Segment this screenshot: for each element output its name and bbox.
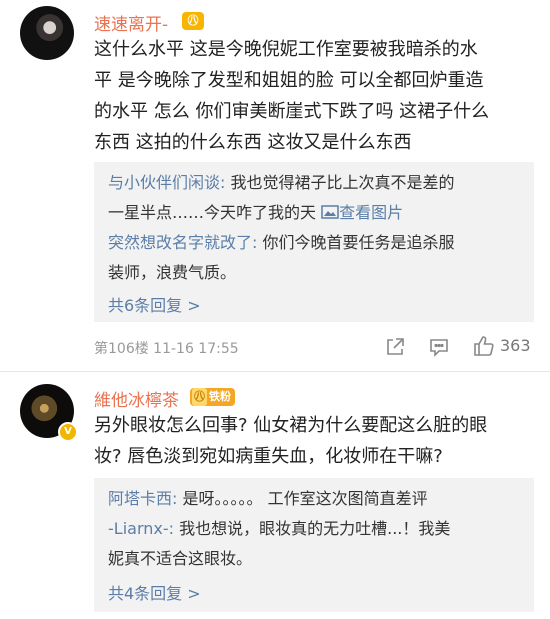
reply-box: 与小伙伴们闲谈: 我也觉得裙子比上次真不是差的 一星半点……今天咋了我的天 查看… (94, 162, 534, 322)
username[interactable]: 維他冰檸茶 (94, 386, 179, 411)
view-image-link[interactable]: 查看图片 (321, 203, 403, 222)
like-icon[interactable] (472, 334, 496, 363)
username[interactable]: 速速离开- (94, 10, 168, 35)
reply-box: 阿塔卡西: 是呀。。。。。 工作室这次图简直差评 -Liarnx-: 我也想说，… (94, 478, 534, 612)
more-replies-link[interactable]: 共6条回复 > (108, 292, 201, 316)
reply-text: 我也觉得裙子比上次真不是差的 (225, 173, 455, 192)
fan-badge-level: ㊇ (192, 388, 207, 406)
reply-author[interactable]: 与小伙伴们闲谈: (108, 173, 225, 192)
share-icon[interactable] (384, 336, 406, 363)
reply-text: 我也想说，眼妆真的无力吐槽...！我美 (174, 519, 451, 538)
fan-badge: ㊇铁粉 (190, 388, 235, 406)
image-icon (321, 205, 339, 219)
comment-icon[interactable] (428, 336, 450, 363)
view-image-label: 查看图片 (339, 203, 404, 222)
reply-author[interactable]: -Liarnx-: (108, 519, 174, 538)
comment-line: 另外眼妆怎么回事? 仙女裙为什么要配这么脏的眼 (94, 415, 488, 436)
fan-badge-label: 铁粉 (209, 390, 231, 403)
reply-1[interactable]: 阿塔卡西: 是呀。。。。。 工作室这次图简直差评 (108, 484, 518, 514)
reply-2[interactable]: -Liarnx-: 我也想说，眼妆真的无力吐槽...！我美 (108, 514, 518, 544)
reply-1-cont: 一星半点……今天咋了我的天 查看图片 (108, 198, 518, 228)
reply-1[interactable]: 与小伙伴们闲谈: 我也觉得裙子比上次真不是差的 (108, 168, 518, 198)
reply-text: 妮真不适合这眼妆。 (108, 549, 253, 568)
reply-2[interactable]: 突然想改名字就改了: 你们今晚首要任务是追杀服 (108, 228, 518, 258)
comment-line: 这什么水平 这是今晚倪妮工作室要被我暗杀的水 (94, 39, 478, 60)
comment-line: 平 是今晚除了发型和姐姐的脸 可以全都回炉重造 (94, 70, 484, 91)
level-badge: ㊇ (182, 12, 204, 30)
reply-2-cont: 装师，浪费气质。 (108, 258, 518, 288)
divider (0, 371, 550, 372)
avatar[interactable] (20, 6, 74, 60)
floor-timestamp: 第106楼 11-16 17:55 (94, 341, 239, 357)
more-replies-link[interactable]: 共4条回复 > (108, 580, 201, 604)
comment-line: 妆? 唇色淡到宛如病重失血，化妆师在干嘛? (94, 446, 443, 467)
comment-line: 的水平 怎么 你们审美断崖式下跌了吗 这裙子什么 (94, 101, 490, 122)
comment-line: 东西 这拍的什么东西 这妆又是什么东西 (94, 132, 412, 153)
reply-author[interactable]: 阿塔卡西: (108, 489, 177, 508)
reply-text: 是呀。。。。。 工作室这次图简直差评 (177, 489, 428, 508)
like-count: 363 (500, 336, 531, 355)
reply-2-cont: 妮真不适合这眼妆。 (108, 544, 518, 574)
reply-text: 装师，浪费气质。 (108, 263, 237, 282)
verified-badge: V (58, 422, 78, 442)
reply-text: 一星半点……今天咋了我的天 (108, 203, 322, 222)
reply-author[interactable]: 突然想改名字就改了: (108, 233, 257, 252)
reply-text: 你们今晚首要任务是追杀服 (257, 233, 455, 252)
